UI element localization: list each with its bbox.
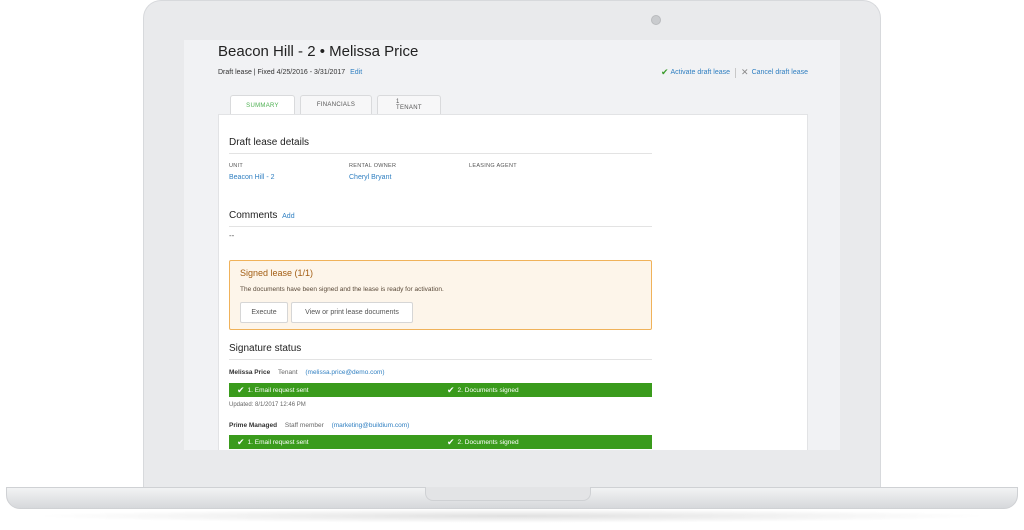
comments-title: Comments bbox=[229, 210, 278, 221]
cancel-draft-lease-link[interactable]: ✕ Cancel draft lease bbox=[741, 67, 808, 78]
action-divider bbox=[735, 67, 737, 78]
signer-email-link[interactable]: (marketing@buildium.com) bbox=[332, 422, 410, 429]
signer-role: Tenant bbox=[278, 369, 298, 376]
rental-owner-link[interactable]: Cheryl Bryant bbox=[349, 174, 469, 181]
cancel-label: Cancel draft lease bbox=[751, 69, 808, 76]
detail-label: UNIT bbox=[229, 163, 244, 169]
status-step: ✔ 1. Email request sent bbox=[237, 435, 309, 449]
check-icon: ✔ bbox=[447, 384, 455, 395]
signer-row: Melissa Price Tenant (melissa.price@demo… bbox=[229, 369, 385, 376]
tab-tenant[interactable]: 1 TENANT bbox=[377, 95, 441, 114]
signer-updated: Updated: 8/1/2017 12:46 PM bbox=[229, 402, 306, 408]
signature-status-section: Signature status bbox=[229, 343, 652, 360]
status-step: ✔ 2. Documents signed bbox=[447, 435, 519, 449]
status-step-label: 2. Documents signed bbox=[457, 386, 519, 394]
close-icon: ✕ bbox=[741, 67, 749, 77]
signature-progress-bar: ✔ 1. Email request sent ✔ 2. Documents s… bbox=[229, 383, 652, 397]
detail-unit: UNIT Beacon Hill - 2 bbox=[229, 163, 349, 181]
view-print-documents-button[interactable]: View or print lease documents bbox=[291, 302, 413, 323]
comments-section: Comments Add bbox=[229, 210, 652, 227]
activate-label: Activate draft lease bbox=[670, 69, 731, 76]
comment-text: -- bbox=[229, 231, 235, 240]
detail-leasing-agent: LEASING AGENT bbox=[469, 163, 589, 181]
status-step-label: 1. Email request sent bbox=[247, 386, 309, 394]
signer-name: Melissa Price bbox=[229, 369, 271, 376]
check-icon: ✔ bbox=[237, 436, 245, 447]
tab-financials[interactable]: FINANCIALS bbox=[300, 95, 372, 114]
activate-draft-lease-link[interactable]: ✔ Activate draft lease bbox=[661, 67, 730, 78]
check-icon: ✔ bbox=[237, 384, 245, 395]
details-section: Draft lease details bbox=[229, 137, 652, 154]
status-step: ✔ 1. Email request sent bbox=[237, 383, 309, 397]
signed-lease-alert: Signed lease (1/1) The documents have be… bbox=[229, 260, 652, 330]
lease-meta-text: Draft lease | Fixed 4/25/2016 - 3/31/201… bbox=[218, 69, 346, 76]
detail-label: LEASING AGENT bbox=[469, 163, 517, 169]
summary-panel: Draft lease details UNIT Beacon Hill - 2… bbox=[218, 114, 808, 450]
lease-meta: Draft lease | Fixed 4/25/2016 - 3/31/201… bbox=[218, 69, 362, 76]
signed-lease-text: The documents have been signed and the l… bbox=[240, 286, 444, 293]
screen: Beacon Hill - 2 • Melissa Price Draft le… bbox=[184, 40, 840, 450]
status-step-label: 1. Email request sent bbox=[247, 438, 309, 446]
tab-summary[interactable]: SUMMARY bbox=[230, 95, 295, 115]
signature-progress-bar: ✔ 1. Email request sent ✔ 2. Documents s… bbox=[229, 435, 652, 449]
detail-rental-owner: RENTAL OWNER Cheryl Bryant bbox=[349, 163, 469, 181]
execute-button[interactable]: Execute bbox=[240, 302, 288, 323]
detail-grid: UNIT Beacon Hill - 2 RENTAL OWNER Cheryl… bbox=[229, 163, 589, 181]
unit-link[interactable]: Beacon Hill - 2 bbox=[229, 174, 349, 181]
check-icon: ✔ bbox=[660, 67, 669, 77]
header-actions: ✔ Activate draft lease ✕ Cancel draft le… bbox=[661, 67, 808, 78]
add-comment-link[interactable]: Add bbox=[282, 213, 294, 220]
status-step: ✔ 2. Documents signed bbox=[447, 383, 519, 397]
status-step-label: 2. Documents signed bbox=[457, 438, 519, 446]
edit-link[interactable]: Edit bbox=[350, 69, 362, 76]
check-icon: ✔ bbox=[447, 436, 455, 447]
signed-lease-title: Signed lease (1/1) bbox=[240, 268, 314, 278]
signer-name: Prime Managed bbox=[229, 422, 278, 429]
detail-label: RENTAL OWNER bbox=[349, 163, 397, 169]
laptop-notch bbox=[425, 487, 591, 501]
comments-header: Comments Add bbox=[229, 210, 652, 227]
details-title: Draft lease details bbox=[229, 137, 652, 154]
signature-status-title: Signature status bbox=[229, 343, 652, 360]
signer-row: Prime Managed Staff member (marketing@bu… bbox=[229, 422, 409, 429]
signer-email-link[interactable]: (melissa.price@demo.com) bbox=[305, 369, 384, 376]
page-title: Beacon Hill - 2 • Melissa Price bbox=[218, 43, 419, 60]
signer-role: Staff member bbox=[284, 422, 324, 429]
tab-bar: SUMMARY FINANCIALS 1 TENANT bbox=[230, 95, 441, 115]
camera-icon bbox=[651, 15, 661, 25]
laptop-shadow bbox=[30, 509, 994, 523]
